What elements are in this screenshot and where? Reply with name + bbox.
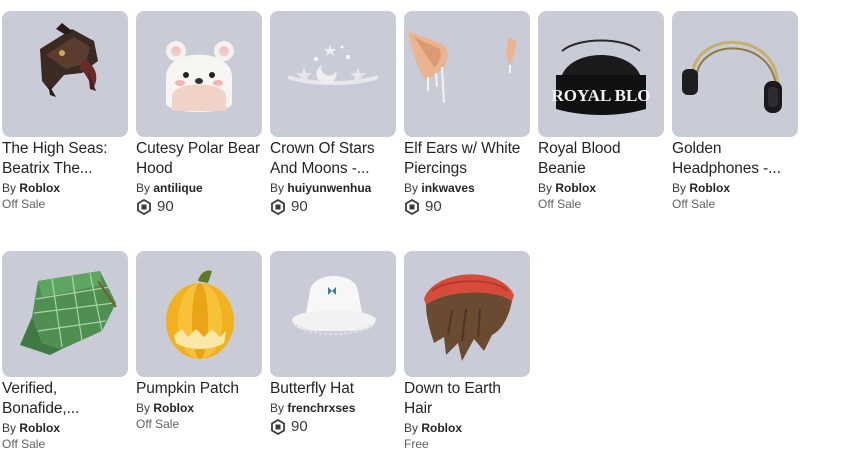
- catalog-item-card[interactable]: The High Seas: Beatrix The... By Roblox …: [2, 11, 130, 212]
- item-thumbnail[interactable]: [404, 251, 530, 377]
- catalog-item-card[interactable]: Golden Headphones -... By Roblox Off Sal…: [672, 11, 800, 212]
- item-price: 90: [136, 197, 264, 217]
- item-thumbnail[interactable]: [270, 251, 396, 377]
- creator-link[interactable]: Roblox: [689, 181, 730, 195]
- catalog-item-card[interactable]: Verified, Bonafide,... By Roblox Off Sal…: [2, 251, 130, 452]
- svg-text:ROYAL BLO: ROYAL BLO: [551, 86, 650, 105]
- item-creator: By inkwaves: [404, 181, 475, 195]
- item-name[interactable]: Down to Earth Hair: [404, 379, 532, 419]
- item-thumbnail[interactable]: ROYAL BLO: [538, 11, 664, 137]
- catalog-item-card[interactable]: Butterfly Hat By frenchrxses 90: [270, 251, 398, 437]
- item-status: Free: [404, 437, 429, 451]
- robux-icon: [271, 199, 285, 215]
- item-creator: By Roblox: [672, 181, 731, 195]
- green-plaid-cap-icon: [20, 271, 117, 355]
- creator-link[interactable]: Roblox: [19, 421, 60, 435]
- catalog-item-card[interactable]: Down to Earth Hair By Roblox Free: [404, 251, 532, 452]
- creator-link[interactable]: huiyunwenhua: [287, 181, 371, 195]
- catalog-item-card[interactable]: ROYAL BLO Royal Blood Beanie By Roblox O…: [538, 11, 666, 212]
- item-status: Off Sale: [538, 197, 582, 211]
- item-name[interactable]: Butterfly Hat: [270, 379, 398, 399]
- item-creator: By Roblox: [538, 181, 597, 195]
- hair-beanie-icon: [424, 274, 514, 361]
- creator-link[interactable]: Roblox: [555, 181, 596, 195]
- creator-link[interactable]: Roblox: [19, 181, 60, 195]
- item-name[interactable]: Elf Ears w/ White Piercings: [404, 139, 532, 179]
- item-creator: By antilique: [136, 181, 203, 195]
- item-name[interactable]: Pumpkin Patch: [136, 379, 264, 399]
- item-thumbnail[interactable]: [2, 251, 128, 377]
- catalog-item-card[interactable]: Cutesy Polar Bear Hood By antilique 90: [136, 11, 264, 217]
- item-name[interactable]: Cutesy Polar Bear Hood: [136, 139, 264, 179]
- robux-icon: [271, 419, 285, 435]
- catalog-item-card[interactable]: Pumpkin Patch By Roblox Off Sale: [136, 251, 264, 432]
- item-creator: By Roblox: [2, 421, 61, 435]
- item-name[interactable]: Crown Of Stars And Moons -...: [270, 139, 398, 179]
- creator-link[interactable]: Roblox: [153, 401, 194, 415]
- catalog-item-card[interactable]: Elf Ears w/ White Piercings By inkwaves …: [404, 11, 532, 217]
- item-name[interactable]: Verified, Bonafide,...: [2, 379, 130, 419]
- item-status: Off Sale: [2, 437, 46, 451]
- item-thumbnail[interactable]: [136, 11, 262, 137]
- star-crown-icon: [287, 45, 379, 85]
- item-thumbnail[interactable]: [136, 251, 262, 377]
- creator-link[interactable]: antilique: [153, 181, 202, 195]
- item-creator: By frenchrxses: [270, 401, 356, 415]
- item-thumbnail[interactable]: [270, 11, 396, 137]
- item-price: 90: [404, 197, 532, 217]
- black-beanie-icon: ROYAL BLO: [551, 39, 651, 115]
- item-price: 90: [270, 197, 398, 217]
- creator-link[interactable]: inkwaves: [421, 181, 474, 195]
- pirate-hat-icon: [40, 23, 98, 97]
- item-price: 90: [270, 417, 398, 437]
- robux-icon: [137, 199, 151, 215]
- item-creator: By Roblox: [2, 181, 61, 195]
- item-creator: By huiyunwenhua: [270, 181, 372, 195]
- polar-bear-hood-icon: [166, 41, 234, 112]
- item-creator: By Roblox: [404, 421, 463, 435]
- item-status: Off Sale: [136, 417, 180, 431]
- item-thumbnail[interactable]: [2, 11, 128, 137]
- creator-link[interactable]: Roblox: [421, 421, 462, 435]
- item-creator: By Roblox: [136, 401, 195, 415]
- item-name[interactable]: Royal Blood Beanie: [538, 139, 666, 179]
- item-thumbnail[interactable]: [672, 11, 798, 137]
- pumpkin-icon: [166, 270, 234, 359]
- headphones-icon: [682, 41, 782, 113]
- item-status: Off Sale: [672, 197, 716, 211]
- bucket-hat-icon: [292, 276, 376, 336]
- item-status: Off Sale: [2, 197, 46, 211]
- item-name[interactable]: Golden Headphones -...: [672, 139, 800, 179]
- item-thumbnail[interactable]: [404, 11, 530, 137]
- item-name[interactable]: The High Seas: Beatrix The...: [2, 139, 130, 179]
- creator-link[interactable]: frenchrxses: [287, 401, 355, 415]
- catalog-item-card[interactable]: Crown Of Stars And Moons -... By huiyunw…: [270, 11, 398, 217]
- robux-icon: [405, 199, 419, 215]
- elf-ears-icon: [408, 31, 516, 104]
